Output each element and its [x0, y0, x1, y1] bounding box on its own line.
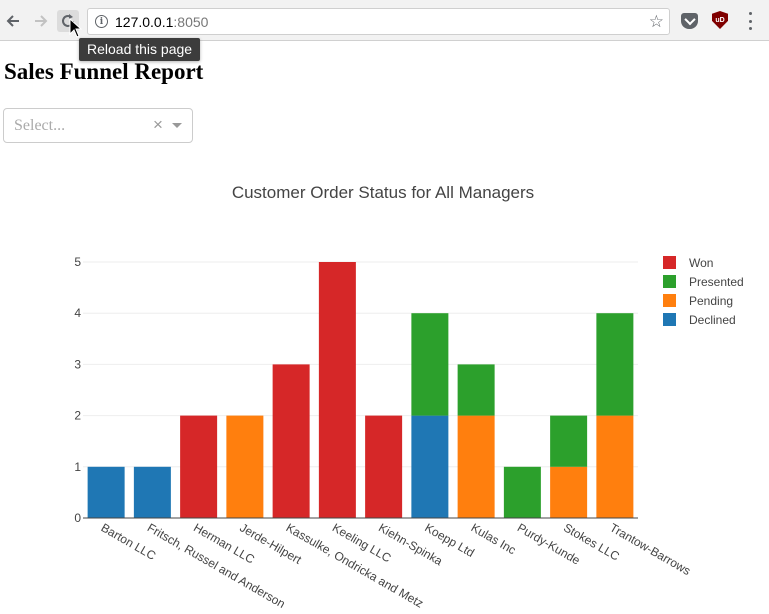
clear-icon[interactable]: × — [153, 115, 163, 135]
x-tick-label: Trantow-Barrows — [607, 520, 693, 578]
bar-declined[interactable] — [87, 466, 125, 518]
url-text[interactable]: 127.0.0.1:8050 — [115, 14, 208, 30]
legend-swatch[interactable] — [663, 275, 676, 288]
reload-tooltip: Reload this page — [79, 38, 201, 61]
select-placeholder: Select... — [14, 117, 66, 134]
chart-bars — [87, 262, 634, 518]
order-status-chart: Customer Order Status for All Managers 0… — [74, 183, 744, 611]
back-button[interactable] — [2, 10, 24, 32]
bar-presented[interactable] — [503, 466, 541, 518]
legend-swatch[interactable] — [663, 294, 676, 307]
bar-presented[interactable] — [411, 313, 449, 416]
bar-pending[interactable] — [226, 415, 264, 518]
page-title: Sales Funnel Report — [4, 59, 204, 84]
manager-select[interactable]: Select... × — [3, 108, 193, 143]
bar-won[interactable] — [180, 415, 218, 518]
bar-presented[interactable] — [457, 364, 495, 416]
legend-swatch[interactable] — [663, 313, 676, 326]
info-icon[interactable]: i — [95, 15, 108, 28]
legend-label[interactable]: Pending — [689, 294, 733, 308]
bar-declined[interactable] — [411, 415, 449, 518]
cursor-icon — [69, 18, 83, 38]
forward-button[interactable] — [30, 10, 52, 32]
ublock-icon[interactable]: uD — [712, 11, 728, 29]
ublock-label: uD — [715, 16, 725, 24]
pocket-icon[interactable] — [681, 13, 698, 29]
bar-won[interactable] — [318, 262, 356, 518]
address-bar[interactable]: i 127.0.0.1:8050 ☆ — [87, 8, 670, 35]
legend-swatch[interactable] — [663, 256, 676, 269]
browser-toolbar: i 127.0.0.1:8050 ☆ uD — [0, 0, 769, 41]
chart-legend[interactable]: Won Presented Pending Declined — [663, 256, 744, 327]
bar-pending[interactable] — [596, 415, 634, 518]
kebab-menu-icon[interactable] — [748, 12, 752, 30]
y-tick-label: 2 — [74, 409, 81, 423]
y-tick-label: 5 — [74, 255, 81, 269]
bar-pending[interactable] — [550, 466, 588, 518]
y-tick-label: 4 — [74, 306, 81, 320]
bar-pending[interactable] — [457, 415, 495, 518]
url-port: :8050 — [173, 14, 209, 30]
bar-declined[interactable] — [133, 466, 171, 518]
chart-title: Customer Order Status for All Managers — [232, 183, 534, 202]
arrow-right-icon — [35, 15, 48, 27]
y-tick-label: 3 — [74, 357, 81, 371]
bar-presented[interactable] — [596, 313, 634, 416]
bar-won[interactable] — [365, 415, 403, 518]
arrow-left-icon — [6, 15, 19, 27]
x-tick-label: Kulas Inc — [469, 520, 519, 557]
legend-label[interactable]: Presented — [689, 275, 744, 289]
bar-won[interactable] — [272, 364, 310, 518]
star-icon[interactable]: ☆ — [649, 12, 664, 32]
legend-label[interactable]: Won — [689, 256, 713, 270]
url-host: 127.0.0.1 — [115, 14, 174, 30]
bar-presented[interactable] — [550, 415, 588, 467]
chevron-down-icon[interactable] — [172, 123, 182, 128]
legend-label[interactable]: Declined — [689, 313, 736, 327]
y-tick-label: 0 — [74, 511, 81, 525]
y-tick-label: 1 — [74, 460, 81, 474]
